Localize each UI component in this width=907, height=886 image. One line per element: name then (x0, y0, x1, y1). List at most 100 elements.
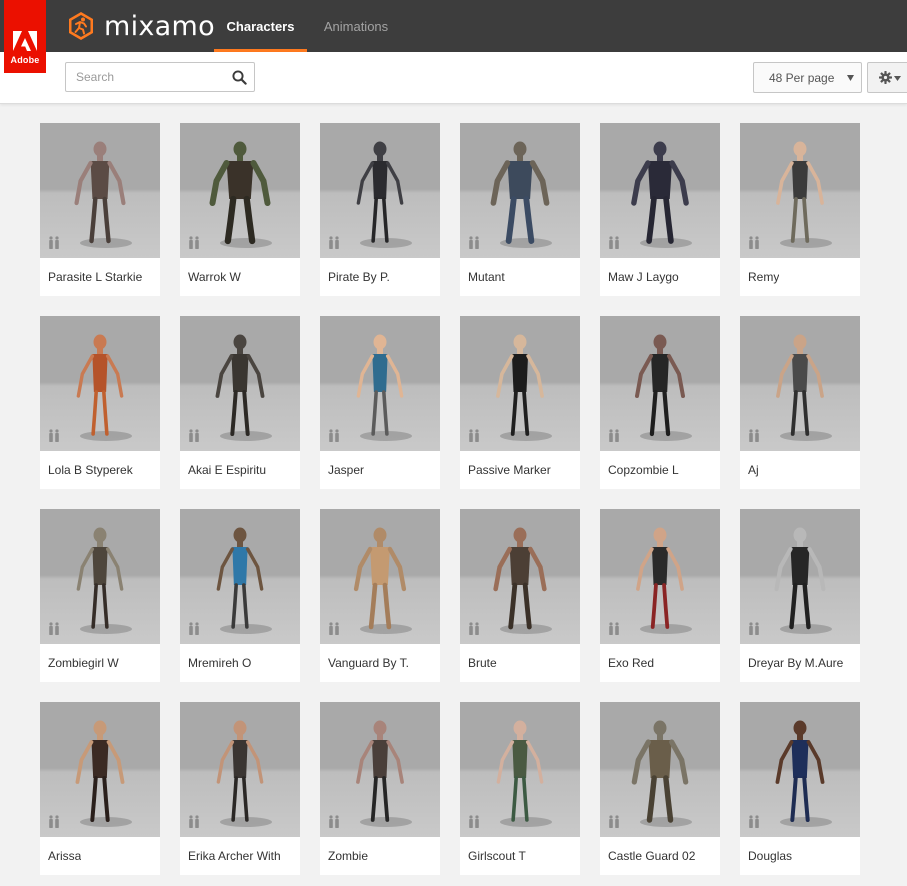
per-page-value: 48 Per page (769, 70, 835, 85)
character-name: Dreyar By M.Aure (748, 656, 844, 670)
adobe-logo-icon (13, 31, 37, 51)
character-name: Brute (468, 656, 497, 670)
character-card[interactable]: Mremireh O (180, 509, 300, 682)
character-name: Arissa (48, 849, 82, 863)
character-card[interactable]: Passive Marker (460, 316, 580, 489)
chevron-down-icon (847, 75, 854, 81)
people-icon (329, 236, 339, 249)
character-card[interactable]: Dreyar By M.Aure (740, 509, 860, 682)
character-name: Vanguard By T. (328, 656, 409, 670)
character-thumbnail (180, 123, 300, 258)
character-name: Castle Guard 02 (608, 849, 696, 863)
search-input[interactable] (66, 63, 226, 91)
mixamo-running-man-icon (69, 12, 93, 40)
character-name: Zombiegirl W (48, 656, 119, 670)
character-thumbnail (460, 702, 580, 837)
character-name: Aj (748, 463, 759, 477)
character-card[interactable]: Parasite L Starkie (40, 123, 160, 296)
people-icon (609, 815, 619, 828)
character-thumbnail (320, 316, 440, 451)
character-card[interactable]: Warrok W (180, 123, 300, 296)
people-icon (749, 815, 759, 828)
character-name: Jasper (328, 463, 365, 477)
character-name: Mremireh O (188, 656, 252, 670)
character-thumbnail (320, 702, 440, 837)
tab-animations[interactable]: Animations (310, 0, 402, 52)
character-card[interactable]: Remy (740, 123, 860, 296)
character-name: Remy (748, 270, 780, 284)
people-icon (189, 622, 199, 635)
people-icon (329, 429, 339, 442)
character-name: Girlscout T (468, 849, 526, 863)
character-card[interactable]: Akai E Espiritu (180, 316, 300, 489)
toolbar: 48 Per page (0, 52, 907, 104)
character-card[interactable]: Vanguard By T. (320, 509, 440, 682)
character-thumbnail (740, 123, 860, 258)
people-icon (49, 815, 59, 828)
character-name: Warrok W (188, 270, 241, 284)
character-thumbnail (600, 702, 720, 837)
per-page-select[interactable]: 48 Per page (753, 62, 862, 93)
character-name: Erika Archer With (188, 849, 281, 863)
character-name: Douglas (748, 849, 793, 863)
character-thumbnail (40, 702, 160, 837)
character-card[interactable]: Jasper (320, 316, 440, 489)
character-card[interactable]: Zombiegirl W (40, 509, 160, 682)
people-icon (749, 429, 759, 442)
character-card[interactable]: Arissa (40, 702, 160, 875)
character-name: Lola B Styperek (48, 463, 133, 477)
character-thumbnail (320, 123, 440, 258)
character-name: Zombie (328, 849, 369, 863)
search-icon[interactable] (232, 70, 247, 85)
character-thumbnail (600, 316, 720, 451)
character-card[interactable]: Pirate By P. (320, 123, 440, 296)
character-name: Akai E Espiritu (188, 463, 267, 477)
character-card[interactable]: Zombie (320, 702, 440, 875)
tab-animations-label: Animations (323, 18, 389, 34)
character-name: Parasite L Starkie (48, 270, 143, 284)
settings-button[interactable] (867, 62, 907, 93)
character-card[interactable]: Maw J Laygo (600, 123, 720, 296)
character-card[interactable]: Mutant (460, 123, 580, 296)
people-icon (469, 429, 479, 442)
character-name: Maw J Laygo (608, 270, 679, 284)
people-icon (49, 622, 59, 635)
people-icon (189, 815, 199, 828)
character-card[interactable]: Castle Guard 02 (600, 702, 720, 875)
people-icon (329, 622, 339, 635)
character-thumbnail (40, 123, 160, 258)
character-thumbnail (180, 702, 300, 837)
people-icon (749, 622, 759, 635)
people-icon (329, 815, 339, 828)
chevron-down-icon (894, 76, 901, 81)
character-thumbnail (460, 316, 580, 451)
tab-characters[interactable]: Characters (214, 0, 307, 52)
character-thumbnail (740, 316, 860, 451)
character-thumbnail (600, 509, 720, 644)
character-card[interactable]: Aj (740, 316, 860, 489)
character-thumbnail (740, 509, 860, 644)
adobe-logo[interactable]: Adobe (4, 0, 46, 73)
character-card[interactable]: Copzombie L (600, 316, 720, 489)
search-box (65, 62, 255, 92)
people-icon (189, 429, 199, 442)
character-thumbnail (40, 509, 160, 644)
character-name: Pirate By P. (328, 270, 390, 284)
character-card[interactable]: Douglas (740, 702, 860, 875)
character-thumbnail (460, 123, 580, 258)
character-card[interactable]: Lola B Styperek (40, 316, 160, 489)
people-icon (469, 815, 479, 828)
character-name: Passive Marker (468, 463, 551, 477)
people-icon (609, 429, 619, 442)
mixamo-logo[interactable]: mixamo (66, 10, 215, 42)
character-card[interactable]: Exo Red (600, 509, 720, 682)
people-icon (49, 236, 59, 249)
character-card[interactable]: Brute (460, 509, 580, 682)
character-thumbnail (180, 509, 300, 644)
people-icon (49, 429, 59, 442)
character-card[interactable]: Girlscout T (460, 702, 580, 875)
character-name: Copzombie L (608, 463, 679, 477)
character-thumbnail (460, 509, 580, 644)
character-card[interactable]: Erika Archer With (180, 702, 300, 875)
character-thumbnail (180, 316, 300, 451)
